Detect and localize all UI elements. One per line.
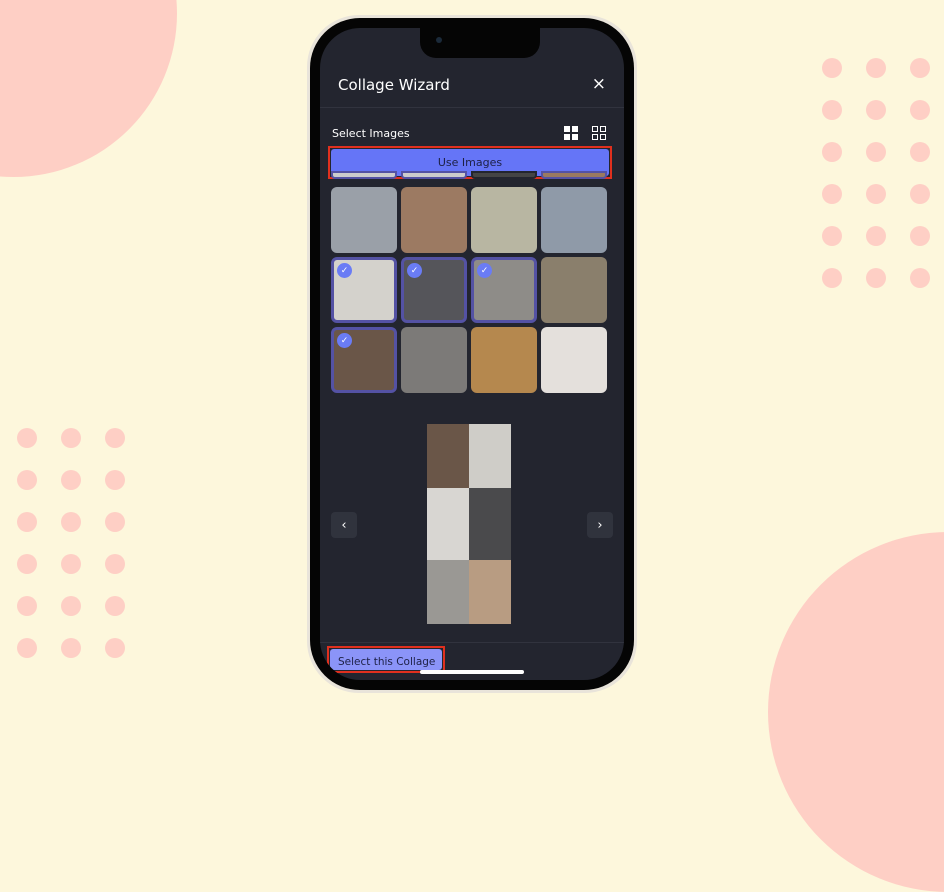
close-icon[interactable]: × — [592, 74, 606, 94]
image-thumbnail[interactable] — [471, 187, 537, 253]
home-indicator — [420, 670, 524, 674]
collage-tile — [469, 424, 511, 488]
grid-large-icon[interactable] — [564, 126, 578, 140]
image-thumbnail[interactable] — [401, 187, 467, 253]
chevron-left-icon: ‹ — [341, 517, 347, 533]
image-thumbnail[interactable]: ✓ — [401, 257, 467, 323]
checkmark-icon: ✓ — [477, 263, 492, 278]
image-grid: ✓ ✓ ✓ ✓ — [331, 171, 609, 393]
image-thumbnail[interactable] — [471, 171, 537, 179]
background-blob — [0, 0, 177, 177]
collage-tile — [469, 488, 511, 560]
dot-pattern — [822, 58, 930, 288]
image-thumbnail[interactable] — [401, 327, 467, 393]
collage-tile — [469, 560, 511, 624]
select-collage-button[interactable]: Select this Collage — [327, 646, 445, 673]
collage-tile — [427, 488, 469, 560]
checkmark-icon: ✓ — [337, 333, 352, 348]
image-thumbnail[interactable] — [541, 187, 607, 253]
app-screen: Collage Wizard × Select Images Use Image… — [320, 28, 624, 680]
divider — [320, 642, 624, 643]
notch — [420, 28, 540, 58]
section-label: Select Images — [332, 127, 410, 140]
checkmark-icon: ✓ — [337, 263, 352, 278]
image-thumbnail[interactable] — [541, 327, 607, 393]
image-thumbnail[interactable]: ✓ — [471, 257, 537, 323]
modal-title: Collage Wizard — [338, 76, 450, 94]
image-thumbnail[interactable]: ✓ — [331, 327, 397, 393]
image-thumbnail[interactable] — [331, 171, 397, 179]
prev-collage-button[interactable]: ‹ — [331, 512, 357, 538]
camera-icon — [436, 37, 442, 43]
checkmark-icon: ✓ — [407, 263, 422, 278]
dot-pattern — [17, 428, 125, 658]
background-blob — [768, 532, 944, 892]
phone-frame: Collage Wizard × Select Images Use Image… — [307, 15, 637, 693]
collage-preview — [427, 424, 511, 624]
image-thumbnail[interactable] — [331, 187, 397, 253]
modal-header: Collage Wizard × — [320, 58, 624, 108]
grid-small-icon[interactable] — [592, 126, 606, 140]
collage-tile — [427, 424, 469, 488]
image-thumbnail[interactable] — [401, 171, 467, 179]
image-thumbnail[interactable] — [541, 171, 607, 179]
next-collage-button[interactable]: › — [587, 512, 613, 538]
image-thumbnail[interactable]: ✓ — [331, 257, 397, 323]
image-thumbnail[interactable] — [541, 257, 607, 323]
collage-tile — [427, 560, 469, 624]
image-thumbnail[interactable] — [471, 327, 537, 393]
chevron-right-icon: › — [597, 517, 603, 533]
